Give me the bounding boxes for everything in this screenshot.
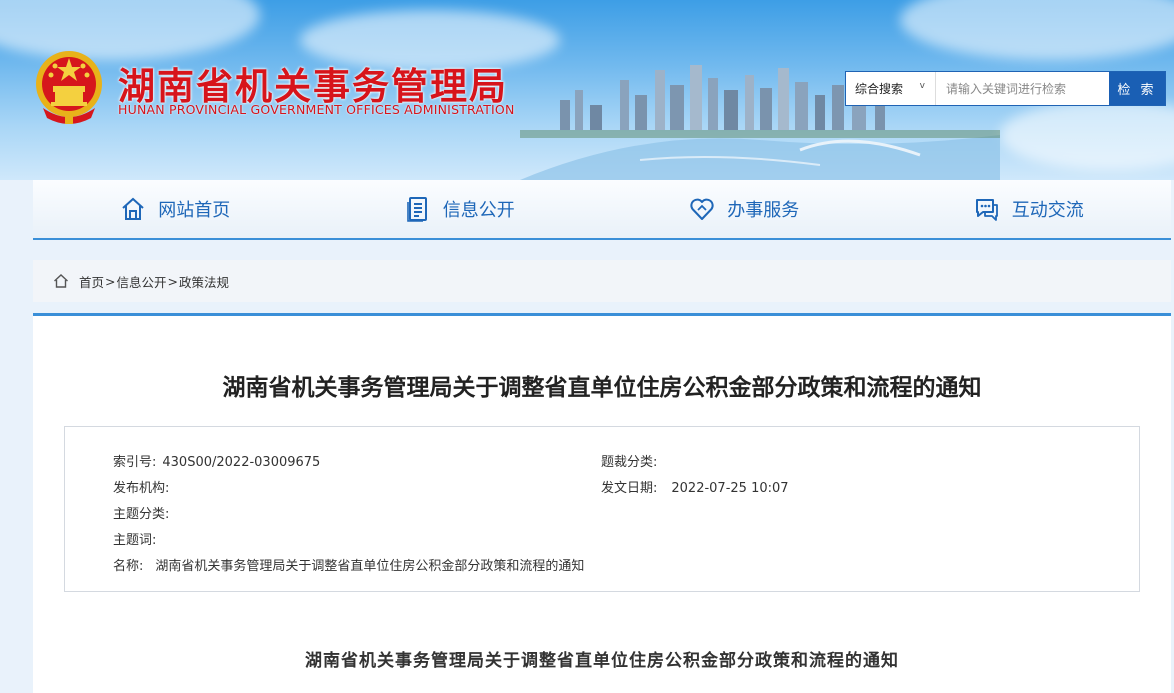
nav-item-info-disclosure[interactable]: 信息公开	[318, 180, 603, 238]
search-button[interactable]: 检 索	[1109, 72, 1165, 105]
nav-item-services[interactable]: 办事服务	[602, 180, 887, 238]
meta-keywords-label: 主题词:	[113, 533, 157, 548]
header-banner: 湖南省机关事务管理局 HUNAN PROVINCIAL GOVERNMENT O…	[0, 0, 1174, 180]
nav-item-interaction[interactable]: 互动交流	[887, 180, 1172, 238]
chevron-down-icon: v	[919, 81, 925, 91]
breadcrumb: 首页 > 信息公开 > 政策法规	[33, 260, 1171, 302]
metadata-table: 索引号: 430S00/2022-03009675 题裁分类: 发布机构: 发文日…	[64, 426, 1140, 592]
document-icon	[406, 197, 427, 222]
meta-index-label: 索引号:	[113, 455, 157, 470]
meta-name-label: 名称:	[113, 559, 144, 574]
search-scope-label: 综合搜索	[855, 82, 904, 96]
breadcrumb-link-info[interactable]: 信息公开	[117, 272, 167, 291]
meta-date: 发文日期: 2022-07-25 10:07	[601, 477, 789, 496]
meta-publisher: 发布机构:	[113, 477, 175, 496]
breadcrumb-link-policy[interactable]: 政策法规	[179, 272, 229, 291]
breadcrumb-separator: >	[105, 273, 116, 289]
meta-publisher-label: 发布机构:	[113, 481, 170, 496]
meta-date-label: 发文日期:	[601, 481, 658, 496]
breadcrumb-separator: >	[167, 273, 178, 289]
national-emblem-icon	[36, 51, 102, 124]
search-scope-select[interactable]: 综合搜索 v	[846, 72, 936, 105]
main-nav: 网站首页 信息公开 办事服务 互动交流	[33, 180, 1171, 240]
meta-topic: 主题分类:	[113, 503, 175, 522]
meta-date-value: 2022-07-25 10:07	[671, 481, 789, 496]
nav-item-label: 信息公开	[442, 200, 515, 221]
nav-item-label: 互动交流	[1011, 200, 1084, 221]
article-container: 湖南省机关事务管理局关于调整省直单位住房公积金部分政策和流程的通知 索引号: 43…	[33, 313, 1171, 693]
nav-item-label: 网站首页	[158, 200, 231, 221]
article-title: 湖南省机关事务管理局关于调整省直单位住房公积金部分政策和流程的通知	[222, 375, 982, 401]
breadcrumb-link-home[interactable]: 首页	[79, 272, 104, 291]
meta-category-label: 题裁分类:	[601, 455, 658, 470]
cloud	[900, 0, 1174, 60]
meta-index-value: 430S00/2022-03009675	[162, 455, 321, 470]
cloud	[1000, 100, 1174, 170]
search-bar: 综合搜索 v 检 索	[845, 71, 1166, 106]
meta-category: 题裁分类:	[601, 451, 663, 470]
chat-icon	[975, 199, 998, 221]
meta-keywords: 主题词:	[113, 529, 162, 548]
meta-name-value: 湖南省机关事务管理局关于调整省直单位住房公积金部分政策和流程的通知	[155, 559, 585, 574]
article-body-title: 湖南省机关事务管理局关于调整省直单位住房公积金部分政策和流程的通知	[305, 651, 899, 671]
home-icon	[54, 274, 68, 288]
nav-item-label: 办事服务	[727, 200, 800, 221]
meta-name: 名称: 湖南省机关事务管理局关于调整省直单位住房公积金部分政策和流程的通知	[113, 555, 584, 574]
home-icon	[122, 197, 144, 220]
meta-index: 索引号: 430S00/2022-03009675	[113, 451, 320, 470]
search-input[interactable]	[936, 72, 1109, 105]
meta-topic-label: 主题分类:	[113, 507, 170, 522]
nav-item-home[interactable]: 网站首页	[33, 180, 318, 238]
site-subtitle: HUNAN PROVINCIAL GOVERNMENT OFFICES ADMI…	[118, 102, 515, 117]
heart-icon	[690, 198, 714, 220]
